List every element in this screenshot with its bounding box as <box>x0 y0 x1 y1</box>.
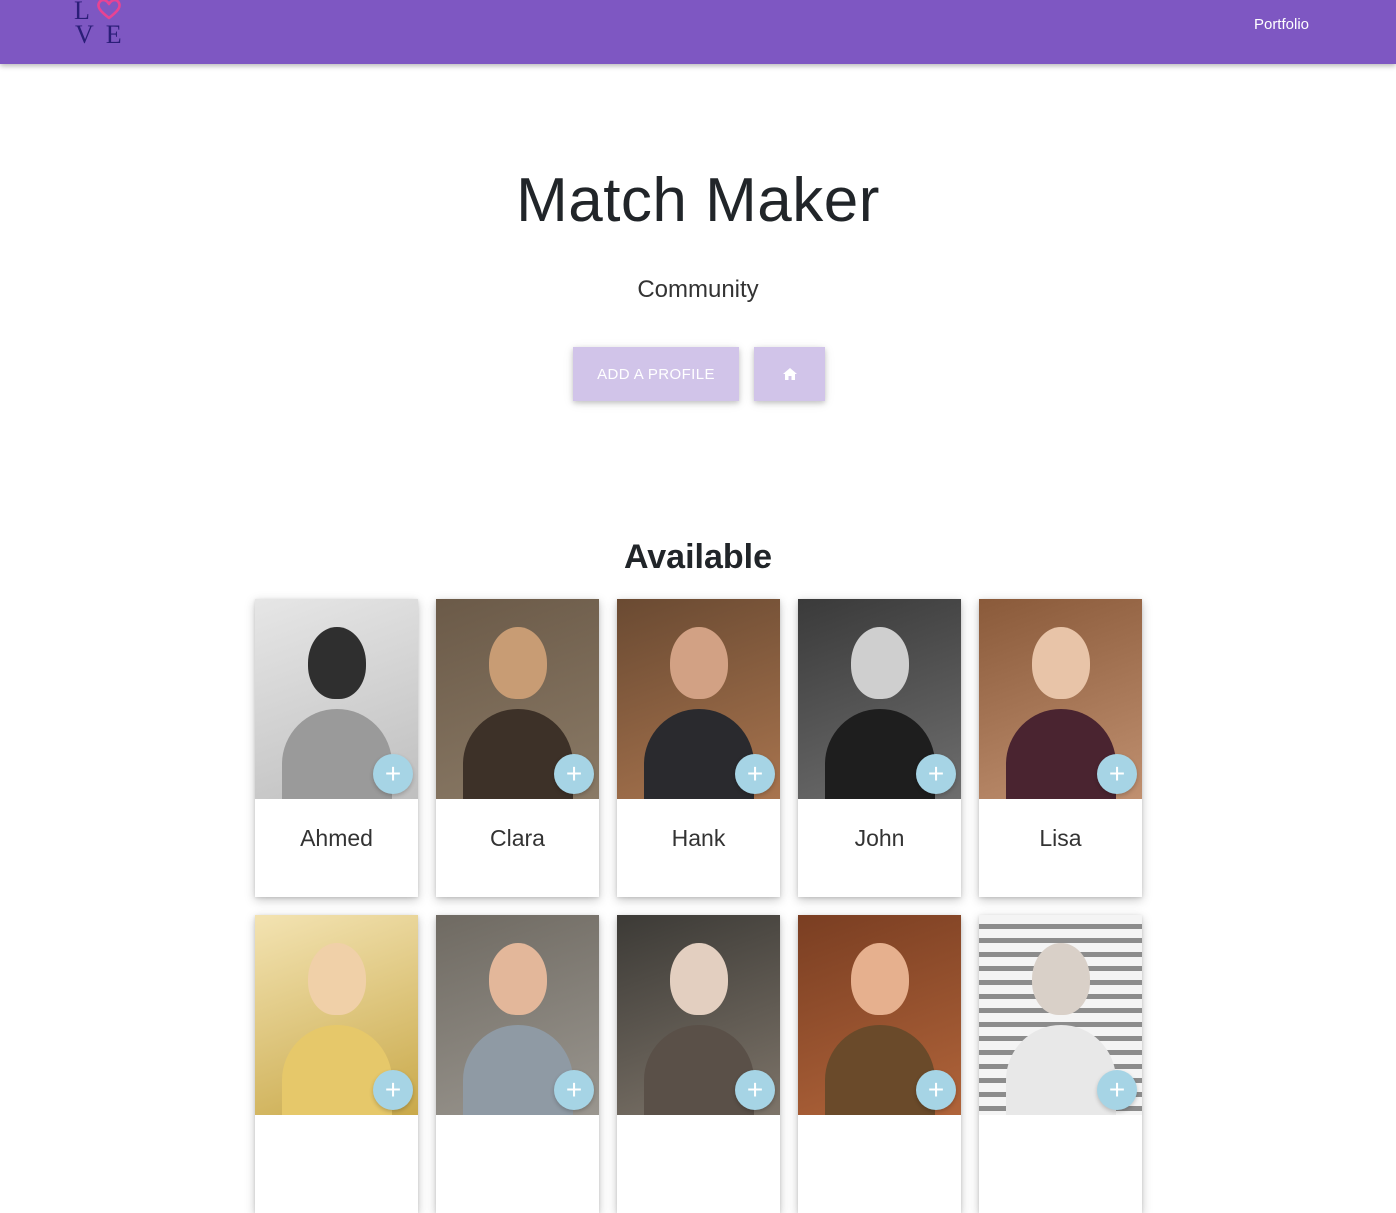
profile-card[interactable]: + John <box>798 599 961 897</box>
photo-figure-face <box>850 627 909 699</box>
plus-icon: + <box>927 1074 945 1105</box>
profile-card[interactable]: + <box>798 915 961 1213</box>
add-match-button[interactable]: + <box>554 754 594 794</box>
profile-name: Lisa <box>1039 825 1082 851</box>
photo-figure-body <box>643 709 754 799</box>
add-match-button[interactable]: + <box>1097 1070 1137 1110</box>
photo-figure-body <box>281 1025 392 1115</box>
add-match-button[interactable]: + <box>916 754 956 794</box>
add-match-button[interactable]: + <box>554 1070 594 1110</box>
profile-card[interactable]: + Ahmed <box>255 599 418 897</box>
profile-card[interactable]: + <box>979 915 1142 1213</box>
portfolio-link[interactable]: Portfolio <box>1254 16 1309 33</box>
photo-figure-body <box>1005 1025 1116 1115</box>
plus-icon: + <box>384 1074 402 1105</box>
photo-figure-face <box>669 943 728 1015</box>
heart-icon <box>97 0 121 20</box>
profile-card[interactable]: + Hank <box>617 599 780 897</box>
profile-card[interactable]: + <box>255 915 418 1213</box>
add-match-button[interactable]: + <box>735 754 775 794</box>
home-icon <box>782 368 797 380</box>
photo-figure-body <box>824 1025 935 1115</box>
photo-figure-face <box>1031 943 1090 1015</box>
profile-name: Ahmed <box>300 825 373 851</box>
available-heading: Available <box>623 538 773 576</box>
photo-figure-body <box>281 709 392 799</box>
add-match-button[interactable]: + <box>916 1070 956 1110</box>
profile-name: Hank <box>671 825 726 851</box>
add-match-button[interactable]: + <box>1097 754 1137 794</box>
photo-figure-body <box>462 709 573 799</box>
page-title: Match Maker <box>516 166 880 235</box>
photo-figure-face <box>307 627 366 699</box>
photo-figure-face <box>488 627 547 699</box>
plus-icon: + <box>746 758 764 789</box>
add-match-button[interactable]: + <box>373 754 413 794</box>
add-profile-button[interactable]: ADD A PROFILE <box>573 347 739 401</box>
photo-figure-body <box>462 1025 573 1115</box>
profile-name: John <box>854 825 905 851</box>
add-match-button[interactable]: + <box>373 1070 413 1110</box>
photo-figure-body <box>824 709 935 799</box>
photo-figure-face <box>488 943 547 1015</box>
photo-figure-body <box>643 1025 754 1115</box>
navbar: L V E Portfolio <box>0 0 1396 64</box>
logo-letters-ve: V E <box>75 20 125 49</box>
photo-figure-face <box>307 943 366 1015</box>
plus-icon: + <box>384 758 402 789</box>
plus-icon: + <box>1108 1074 1126 1105</box>
plus-icon: + <box>746 1074 764 1105</box>
home-button[interactable] <box>754 347 825 401</box>
profile-card[interactable]: + <box>617 915 780 1213</box>
plus-icon: + <box>927 758 945 789</box>
profile-card[interactable]: + <box>436 915 599 1213</box>
page-subtitle: Community <box>637 276 759 303</box>
photo-figure-face <box>850 943 909 1015</box>
photo-figure-face <box>1031 627 1090 699</box>
photo-figure-body <box>1005 709 1116 799</box>
photo-figure-face <box>669 627 728 699</box>
add-match-button[interactable]: + <box>735 1070 775 1110</box>
profile-card[interactable]: + Clara <box>436 599 599 897</box>
plus-icon: + <box>565 1074 583 1105</box>
profile-card[interactable]: + Lisa <box>979 599 1142 897</box>
love-logo[interactable]: L V E <box>74 0 126 50</box>
plus-icon: + <box>565 758 583 789</box>
profile-name: Clara <box>490 825 545 851</box>
plus-icon: + <box>1108 758 1126 789</box>
